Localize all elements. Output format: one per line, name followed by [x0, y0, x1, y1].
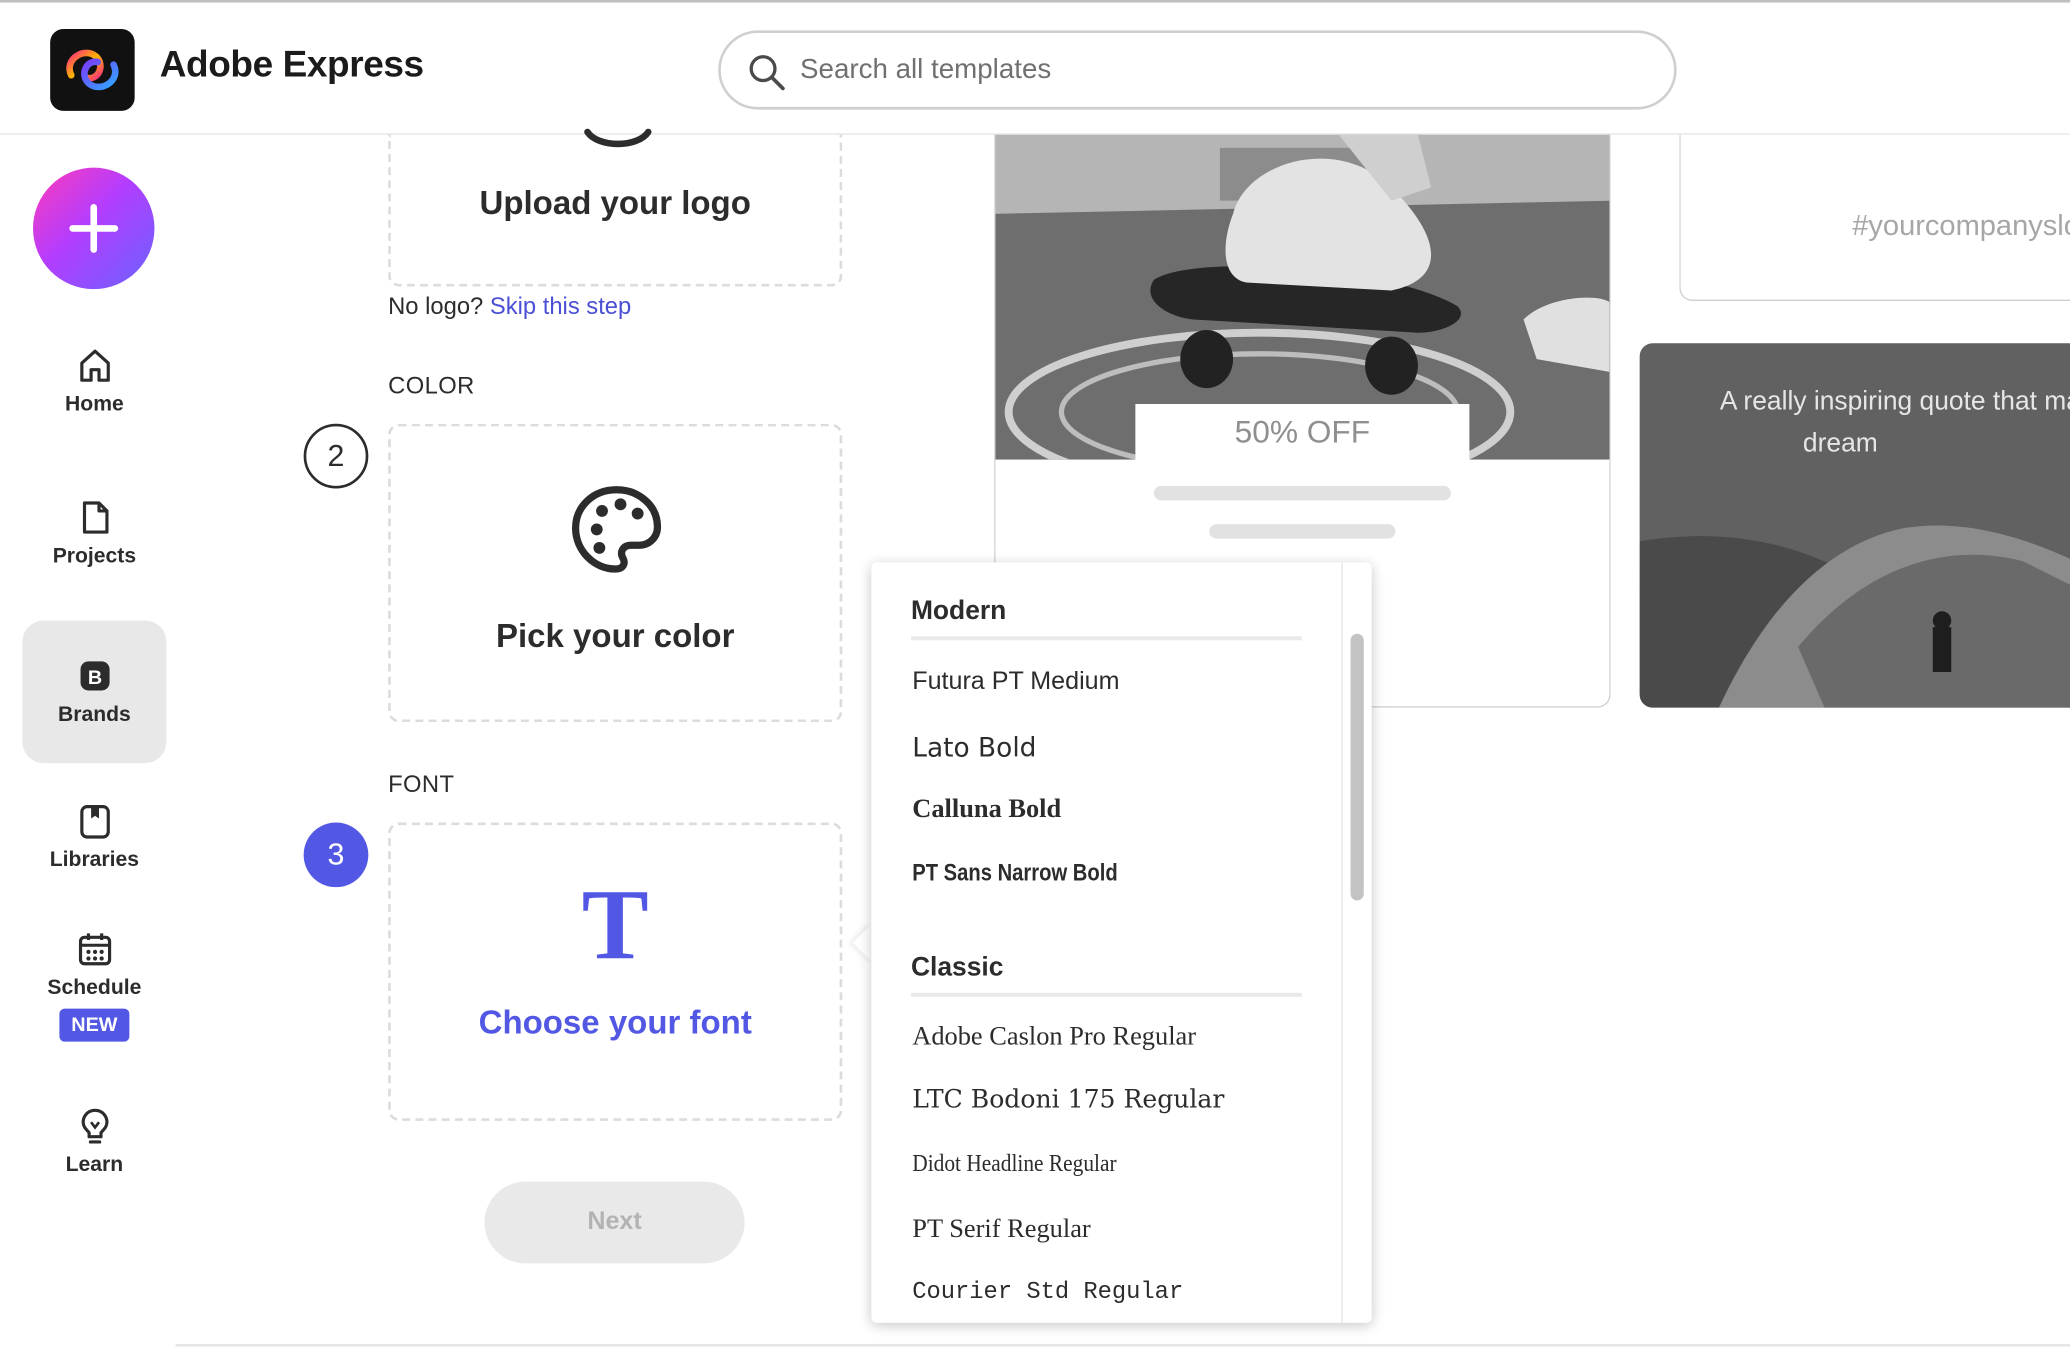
- sidebar-item-schedule[interactable]: Schedule NEW: [22, 929, 166, 1061]
- sidebar-item-label: Brands: [58, 703, 131, 727]
- app-title: Adobe Express: [159, 43, 424, 85]
- svg-text:B: B: [87, 667, 101, 689]
- dropdown-scrollbar[interactable]: [1350, 633, 1364, 901]
- sidebar-item-brands[interactable]: B Brands: [22, 620, 167, 764]
- upload-logo-title: Upload your logo: [479, 184, 751, 222]
- font-group-classic: Classic: [910, 953, 1302, 997]
- new-badge: NEW: [59, 1008, 130, 1042]
- palette-icon: [571, 486, 662, 573]
- font-option[interactable]: Courier Std Regular: [912, 1279, 1183, 1305]
- font-option[interactable]: Didot Headline Regular: [912, 1150, 1116, 1178]
- lightbulb-icon: [80, 1108, 108, 1144]
- sidebar-item-libraries[interactable]: Libraries: [22, 801, 166, 893]
- inspiring-quote-text: A really inspiring quote that makes you …: [1692, 380, 2070, 464]
- sidebar-item-label: Learn: [65, 1153, 124, 1177]
- document-icon: [82, 501, 108, 534]
- search-icon: [749, 55, 785, 91]
- choose-font-title: Choose your font: [478, 1004, 752, 1042]
- brand-icon: B: [79, 661, 109, 691]
- top-header: Adobe Express: [0, 2, 2070, 135]
- skip-step-link[interactable]: Skip this step: [490, 293, 631, 319]
- font-option[interactable]: PT Sans Narrow Bold: [912, 859, 1117, 887]
- font-option[interactable]: Lato Bold: [912, 731, 1036, 763]
- plus-icon: [69, 203, 119, 253]
- upload-icon: [584, 128, 652, 148]
- upload-logo-box[interactable]: Upload your logo: [388, 128, 843, 287]
- step-3-indicator: 3: [303, 822, 369, 888]
- no-logo-text: No logo? Skip this step: [388, 293, 631, 321]
- placeholder-line: [1209, 524, 1396, 539]
- quote-template-card[interactable]: A really inspiring quote that makes you …: [1639, 343, 2070, 708]
- font-option[interactable]: Futura PT Medium: [912, 668, 1119, 697]
- font-section-label: FONT: [388, 770, 455, 798]
- choose-font-box[interactable]: T Choose your font: [388, 822, 843, 1121]
- sidebar-item-home[interactable]: Home: [22, 346, 166, 438]
- sidebar-item-label: Home: [65, 393, 124, 416]
- slogan-template-card[interactable]: #yourcompanyslogan: [1679, 134, 2070, 302]
- slogan-hashtag-text: #yourcompanyslogan: [1852, 208, 2070, 242]
- no-logo-label: No logo?: [388, 293, 484, 320]
- calendar-icon: [78, 933, 111, 966]
- pick-color-box[interactable]: Pick your color: [388, 423, 843, 723]
- promo-discount-text: 50% OFF: [1135, 403, 1470, 463]
- sidebar-item-label: Libraries: [49, 848, 140, 872]
- font-group-modern: Modern: [910, 597, 1302, 641]
- library-icon: [79, 805, 110, 839]
- font-option[interactable]: Calluna Bold: [912, 795, 1061, 825]
- app-canvas: Adobe Express Home Projects: [0, 0, 2070, 1356]
- font-option[interactable]: Adobe Caslon Pro Regular: [912, 1022, 1196, 1052]
- step-2-indicator: 2: [303, 423, 369, 489]
- font-option[interactable]: PT Serif Regular: [912, 1215, 1090, 1245]
- template-search-bar[interactable]: [718, 30, 1677, 110]
- search-input[interactable]: [800, 46, 1645, 94]
- next-button[interactable]: Next: [484, 1181, 745, 1264]
- font-list[interactable]: Modern Futura PT Medium Lato Bold Callun…: [871, 562, 1342, 1322]
- font-dropdown: Modern Futura PT Medium Lato Bold Callun…: [871, 562, 1372, 1323]
- sidebar-item-learn[interactable]: Learn: [22, 1106, 166, 1198]
- sidebar-item-projects[interactable]: Projects: [22, 498, 166, 590]
- pick-color-title: Pick your color: [495, 617, 735, 655]
- color-section-label: COLOR: [388, 372, 475, 399]
- create-new-button[interactable]: [33, 167, 155, 290]
- quote-line: dream: [1802, 429, 1878, 459]
- sidebar-item-label: Schedule: [47, 976, 142, 1000]
- content-divider: [175, 1343, 2070, 1347]
- adobe-express-logo-icon[interactable]: [50, 29, 135, 111]
- sidebar-item-label: Projects: [52, 545, 137, 568]
- placeholder-line: [1153, 485, 1451, 501]
- text-font-icon: T: [581, 870, 649, 981]
- font-option[interactable]: LTC Bodoni 175 Regular: [912, 1085, 1224, 1114]
- dropdown-scroll-track: [1341, 562, 1343, 1323]
- quote-line: A really inspiring quote that makes you: [1719, 386, 2070, 416]
- home-icon: [79, 349, 110, 382]
